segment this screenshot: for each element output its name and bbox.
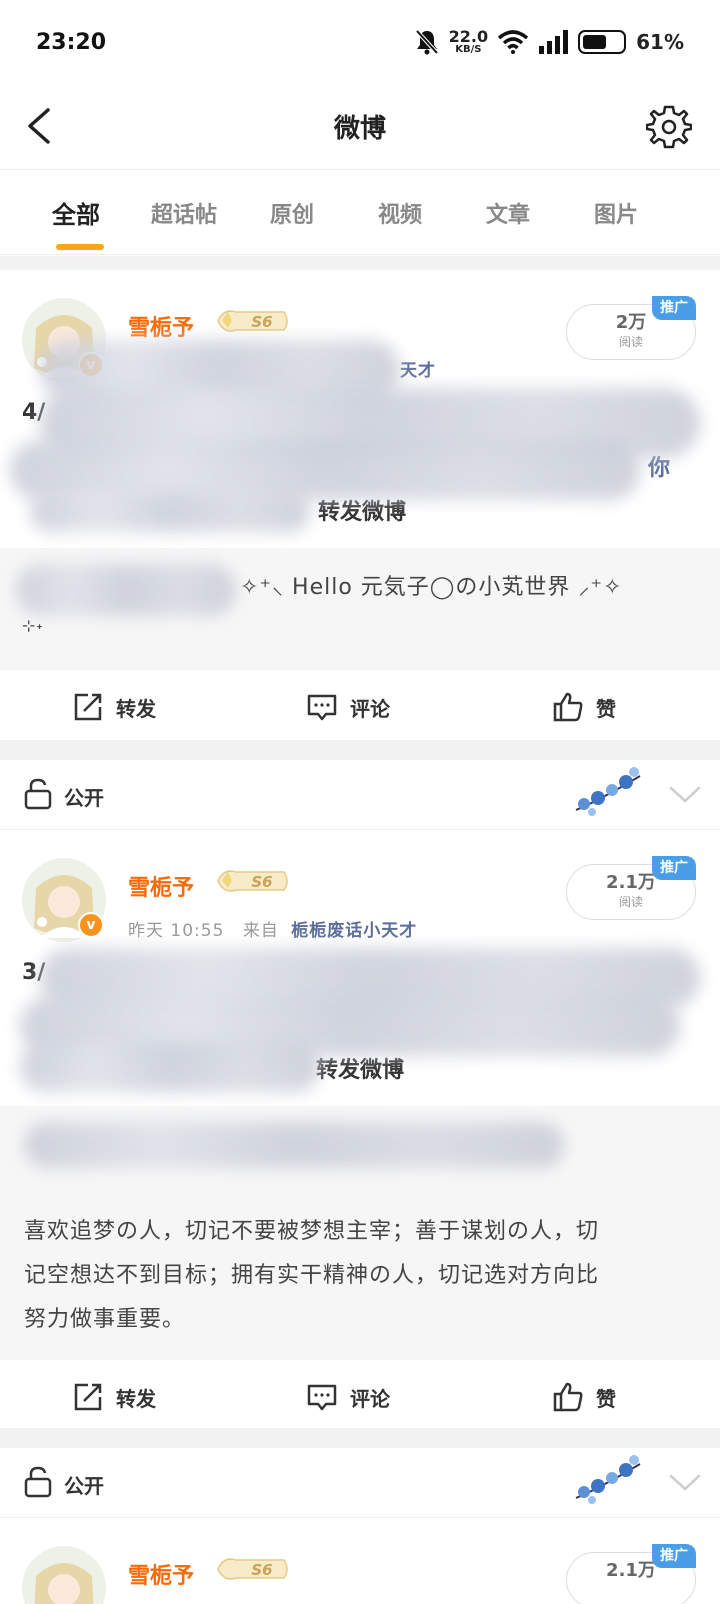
promo-tag: 推广	[652, 296, 696, 320]
repost-icon	[74, 693, 102, 721]
chevron-down-icon[interactable]	[668, 1472, 702, 1494]
repost-button[interactable]: 转发	[72, 1381, 156, 1413]
tab-video[interactable]: 视频	[346, 197, 454, 229]
blurred-content	[10, 440, 640, 500]
level-badge-icon: S6	[217, 1558, 288, 1580]
thumbs-up-icon	[553, 1382, 583, 1412]
username[interactable]: 雪栀予	[128, 1558, 194, 1590]
promo-tag: 推广	[652, 856, 696, 880]
divider	[0, 740, 720, 760]
svg-text:S6: S6	[251, 873, 272, 891]
gear-icon[interactable]	[646, 104, 692, 150]
comment-icon	[307, 694, 337, 721]
comment-button[interactable]: 评论	[306, 691, 390, 723]
username[interactable]: 雪栀予	[128, 310, 194, 342]
thumbs-up-icon	[553, 692, 583, 722]
tab-original[interactable]: 原创	[238, 197, 346, 229]
verified-badge-icon: v	[78, 912, 104, 938]
tab-super-topic[interactable]: 超话帖	[130, 197, 238, 229]
level-badge-icon: S6	[217, 870, 288, 892]
chevron-left-icon[interactable]	[22, 104, 62, 148]
post-meta: 昨天 10:55 来自 栀栀废话小天才	[128, 921, 418, 941]
mute-bell-icon	[415, 29, 439, 55]
post-meta: 天才	[400, 361, 436, 381]
net-speed: 22.0 KB/S	[448, 27, 489, 55]
username[interactable]: 雪栀予	[128, 870, 194, 902]
repost-text: ✧⁺⸜ Hello 元気子◯の小芄世界 ⸝⁺✧	[240, 575, 623, 600]
post-card[interactable]: 雪栀予 S6 2.1万 推广	[0, 1518, 720, 1604]
level-badge-icon: S6	[217, 310, 288, 332]
tab-bar: 全部 超话帖 原创 视频 文章 图片	[0, 171, 720, 255]
privacy-label: 公开	[64, 786, 104, 810]
flower-decoration-icon	[575, 767, 641, 816]
repost-area[interactable]: ✧⁺⸜ Hello 元気子◯の小芄世界 ⸝⁺✧ ⊹˖	[0, 548, 720, 670]
read-label: 阅读	[618, 895, 643, 909]
page-title: 微博	[333, 114, 386, 144]
chevron-down-icon[interactable]	[668, 784, 702, 806]
post-card[interactable]: v 雪栀予 S6 天才 2万 阅读 推广 4/ 你 转发微博 ✧⁺⸜ Hello…	[0, 270, 720, 740]
unlock-icon	[24, 1466, 52, 1498]
post-card[interactable]: v 雪栀予 S6 昨天 10:55 来自 栀栀废话小天才 2.1万 阅读 推广 …	[0, 830, 720, 1428]
svg-text:S6: S6	[251, 1561, 272, 1579]
blurred-content	[16, 564, 236, 616]
repost-area[interactable]: 喜欢追梦の人，切记不要被梦想主宰；善于谋划の人，切 记空想达不到目标；拥有实干精…	[0, 1106, 720, 1360]
wifi-icon	[498, 30, 529, 54]
blurred-content	[24, 1122, 564, 1168]
blurred-content	[20, 1042, 320, 1092]
tab-all[interactable]: 全部	[22, 195, 130, 250]
status-bar: 23:20 22.0 KB/S 61%	[0, 0, 720, 84]
promo-tag: 推广	[652, 1544, 696, 1568]
repost-icon	[74, 1383, 102, 1411]
unlock-icon	[24, 778, 52, 810]
svg-text:S6: S6	[251, 313, 272, 331]
header: 微博	[0, 84, 720, 170]
repost-text-line: 喜欢追梦の人，切记不要被梦想主宰；善于谋划の人，切	[24, 1219, 600, 1244]
post-actions: 转发 评论 赞	[0, 1362, 720, 1432]
repost-text-line: 记空想达不到目标；拥有实干精神の人，切记选对方向比	[24, 1263, 600, 1288]
like-button[interactable]: 赞	[552, 691, 616, 723]
flower-decoration-icon	[575, 1455, 641, 1504]
status-icons: 22.0 KB/S 61%	[415, 29, 684, 55]
divider	[0, 1428, 720, 1448]
status-time: 23:20	[36, 29, 107, 55]
privacy-row[interactable]: 公开	[0, 760, 720, 830]
tab-image[interactable]: 图片	[562, 197, 670, 229]
privacy-row[interactable]: 公开	[0, 1448, 720, 1518]
post-content-end: 转发微博	[316, 1058, 405, 1083]
battery-icon	[578, 30, 627, 54]
like-button[interactable]: 赞	[552, 1381, 616, 1413]
comment-icon	[307, 1384, 337, 1411]
post-actions: 转发 评论 赞	[0, 672, 720, 742]
tab-article[interactable]: 文章	[454, 197, 562, 229]
comment-button[interactable]: 评论	[306, 1381, 390, 1413]
repost-button[interactable]: 转发	[72, 691, 156, 723]
avatar[interactable]	[22, 1546, 106, 1604]
signal-icon	[539, 30, 569, 54]
battery-percent: 61%	[636, 30, 684, 54]
read-label: 阅读	[618, 335, 643, 349]
privacy-label: 公开	[64, 1474, 104, 1498]
repost-text-line: 努力做事重要。	[24, 1307, 186, 1332]
divider	[0, 256, 720, 270]
blurred-content	[30, 492, 310, 532]
